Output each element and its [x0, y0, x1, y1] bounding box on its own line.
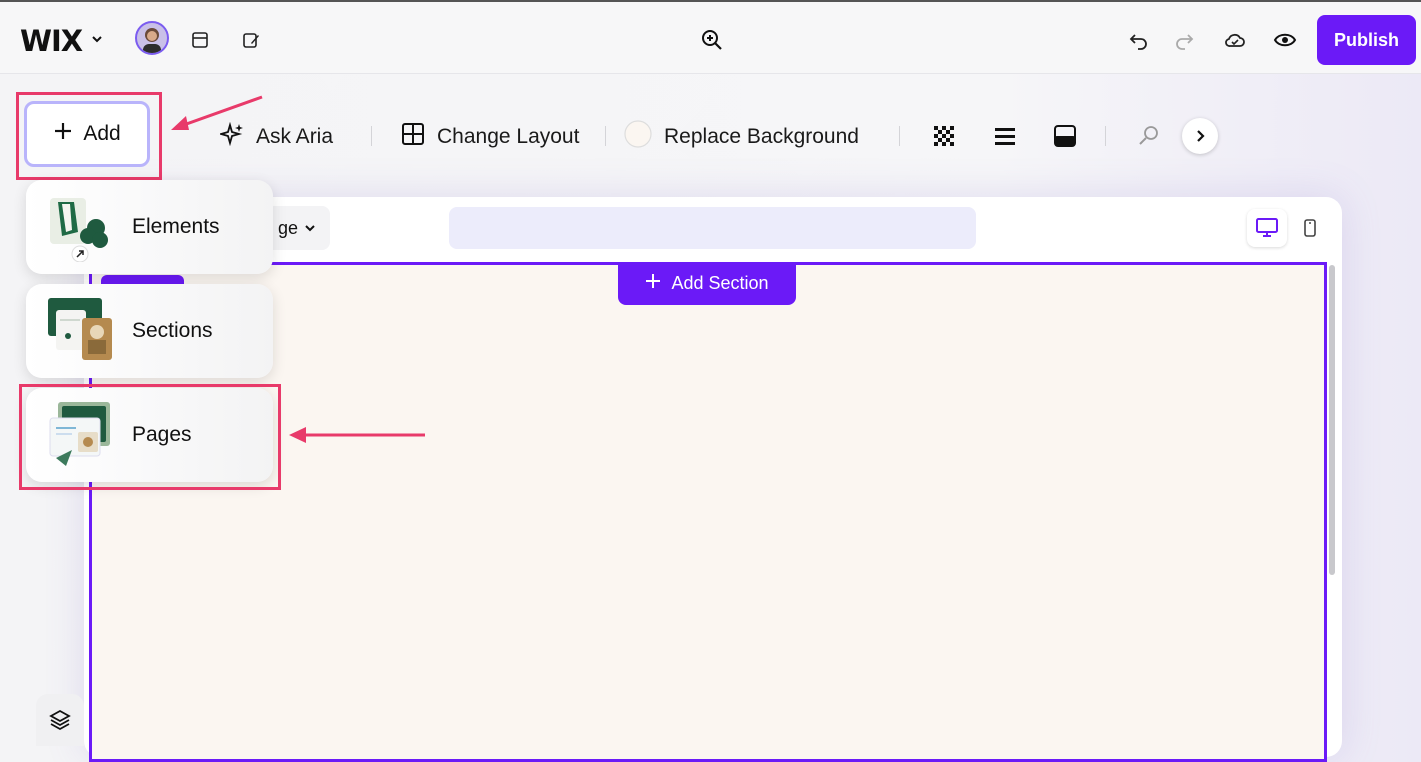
chevron-right-icon: [1197, 130, 1205, 142]
preview-eye-icon[interactable]: [1273, 28, 1297, 52]
replace-background-label: Replace Background: [664, 125, 859, 148]
replace-background-button[interactable]: Replace Background: [624, 120, 859, 154]
mobile-view-button[interactable]: [1295, 209, 1325, 247]
wix-logo[interactable]: WIX: [20, 24, 83, 58]
publish-button[interactable]: Publish: [1317, 15, 1416, 65]
arrow-annotation-icon: [289, 427, 425, 443]
sections-label: Sections: [132, 319, 213, 342]
sections-thumbnail-icon: [44, 296, 116, 366]
more-tools-button[interactable]: [1182, 118, 1218, 154]
sparkle-icon: [217, 121, 244, 152]
layers-button[interactable]: [36, 694, 84, 746]
add-menu-item-elements[interactable]: Elements: [26, 180, 273, 274]
chevron-down-icon: [304, 218, 316, 239]
site-design-icon[interactable]: [239, 28, 263, 52]
mobile-icon: [1304, 219, 1316, 237]
elements-thumbnail-icon: [44, 192, 116, 263]
layers-icon: [49, 709, 71, 731]
url-bar[interactable]: [449, 207, 976, 249]
avatar[interactable]: [135, 21, 169, 55]
desktop-icon: [1256, 218, 1278, 237]
desktop-view-button[interactable]: [1247, 209, 1287, 247]
plus-icon: [645, 273, 661, 294]
zoom-in-icon[interactable]: [700, 28, 724, 52]
highlight-box-pages: [19, 384, 281, 490]
pattern-icon[interactable]: [932, 124, 956, 148]
section-style-icon[interactable]: [1053, 124, 1077, 148]
selected-section[interactable]: [89, 262, 1327, 762]
divider: [899, 126, 900, 146]
page-select-label: ge: [277, 217, 298, 238]
divider: [1105, 126, 1106, 146]
chevron-down-icon[interactable]: [90, 32, 104, 51]
ask-aria-label: Ask Aria: [256, 125, 334, 148]
top-bar: WIX Publish: [0, 0, 1421, 74]
pages-panel-icon[interactable]: [188, 28, 212, 52]
change-layout-button[interactable]: Change Layout: [401, 122, 579, 152]
highlight-box-add: [16, 92, 162, 180]
background-swatch-icon: [624, 120, 652, 154]
add-section-button[interactable]: Add Section: [618, 262, 796, 305]
add-section-label: Add Section: [671, 273, 769, 293]
align-icon[interactable]: [993, 124, 1017, 148]
add-menu-item-sections[interactable]: Sections: [26, 284, 273, 378]
divider: [371, 126, 372, 146]
cloud-save-icon[interactable]: [1223, 28, 1247, 52]
undo-icon[interactable]: [1127, 28, 1151, 52]
ask-aria-button[interactable]: Ask Aria: [217, 121, 334, 152]
magic-wand-icon[interactable]: [1136, 124, 1160, 148]
canvas-scrollbar[interactable]: [1329, 265, 1335, 575]
elements-label: Elements: [132, 215, 220, 238]
divider: [605, 126, 606, 146]
redo-icon[interactable]: [1172, 28, 1196, 52]
layout-grid-icon: [401, 122, 425, 152]
change-layout-label: Change Layout: [437, 125, 580, 148]
